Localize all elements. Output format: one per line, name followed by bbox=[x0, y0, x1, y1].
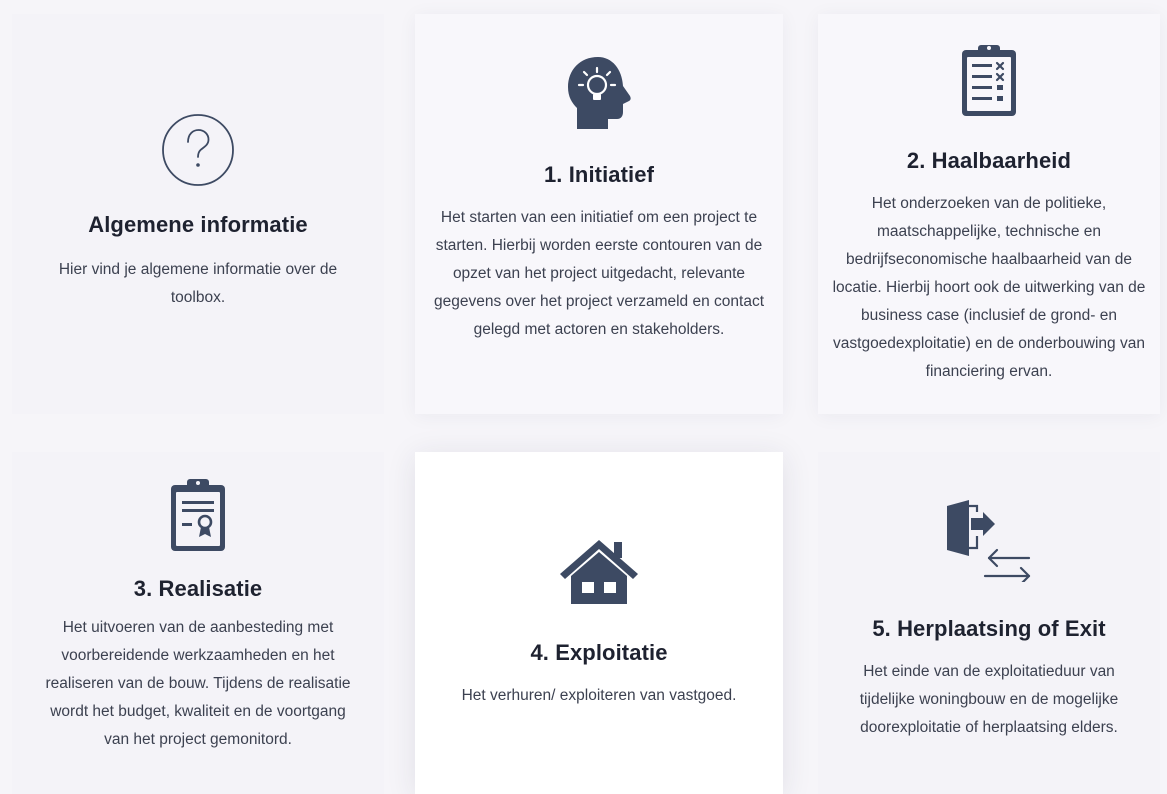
card-description: Hier vind je algemene informatie over de… bbox=[58, 261, 338, 306]
card-description: Het onderzoeken van de politieke, maatsc… bbox=[832, 195, 1146, 380]
card-description: Het starten van een initiatief om een pr… bbox=[434, 209, 764, 338]
clipboard-certificate-icon bbox=[171, 479, 225, 551]
card-exploitatie[interactable]: 4. Exploitatie Het verhuren/ exploiteren… bbox=[415, 452, 783, 794]
exit-arrows-icon bbox=[947, 500, 1031, 582]
card-realisatie[interactable]: 3. Realisatie Het uitvoeren van de aanbe… bbox=[12, 452, 384, 794]
card-haalbaarheid[interactable]: 2. Haalbaarheid Het onderzoeken van de p… bbox=[818, 14, 1160, 414]
card-title: 5. Herplaatsing of Exit bbox=[872, 616, 1106, 641]
card-title: 3. Realisatie bbox=[133, 576, 263, 601]
clipboard-checklist-icon bbox=[962, 45, 1016, 116]
card-description: Het uitvoeren van de aanbesteding met vo… bbox=[45, 619, 351, 748]
card-algemene-informatie[interactable]: Algemene informatie Hier vind je algemen… bbox=[12, 14, 384, 414]
card-initiatief[interactable]: 1. Initiatief Het starten van een initia… bbox=[415, 14, 783, 414]
card-description: Het verhuren/ exploiteren van vastgoed. bbox=[461, 687, 737, 704]
card-title: Algemene informatie bbox=[88, 212, 308, 237]
card-title: 4. Exploitatie bbox=[530, 640, 668, 665]
card-description: Het einde van de exploitatieduur van tij… bbox=[859, 663, 1119, 736]
question-circle-icon bbox=[162, 114, 234, 186]
card-title: 2. Haalbaarheid bbox=[906, 148, 1072, 173]
card-title: 1. Initiatief bbox=[543, 162, 655, 187]
house-icon bbox=[560, 540, 638, 604]
head-lightbulb-icon bbox=[568, 57, 631, 129]
card-herplaatsing-of-exit[interactable]: 5. Herplaatsing of Exit Het einde van de… bbox=[818, 452, 1160, 794]
